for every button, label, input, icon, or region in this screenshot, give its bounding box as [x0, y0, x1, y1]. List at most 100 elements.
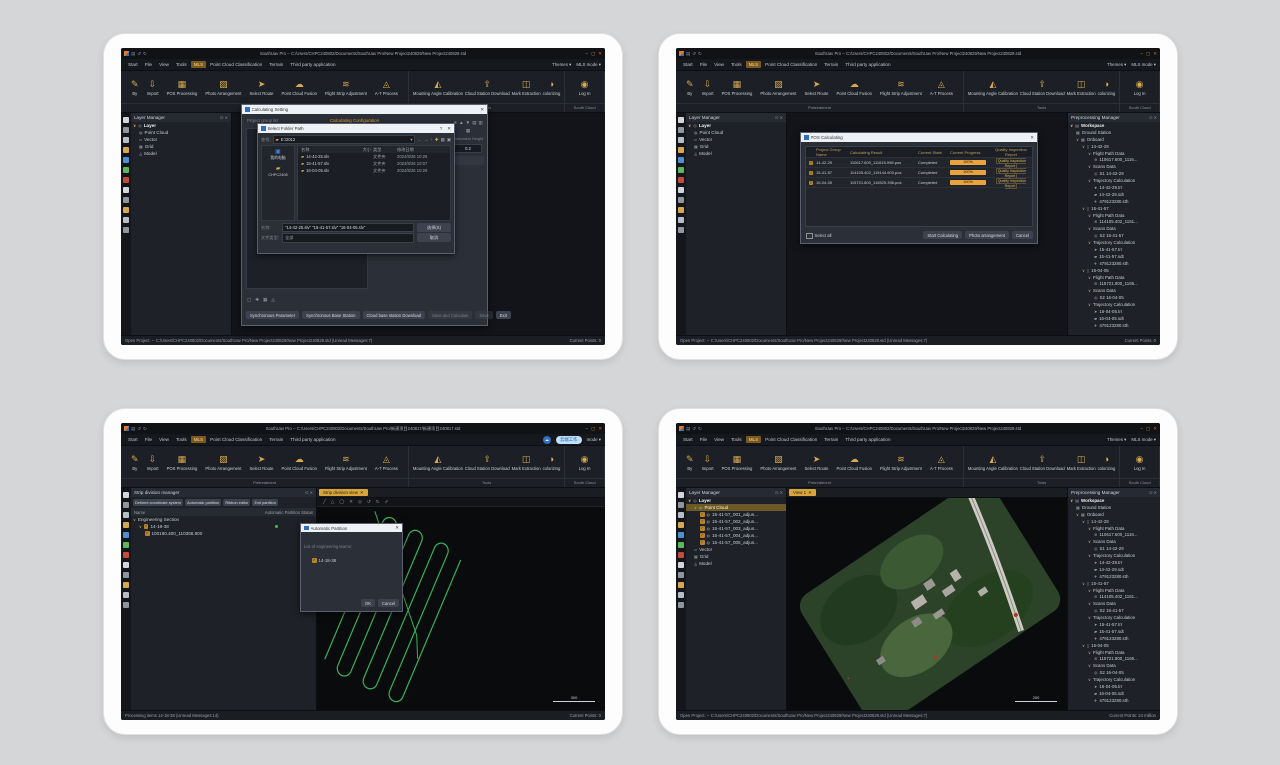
toolbar-button[interactable]: ◉Log In [579, 454, 591, 471]
tree-row[interactable]: ∨✓◍Point Cloud [686, 504, 786, 511]
menu-item[interactable]: MLS [191, 436, 206, 443]
menu-item[interactable]: View [711, 61, 727, 68]
menu-item[interactable]: View [156, 61, 172, 68]
cancel-button[interactable]: Cancel [378, 599, 399, 607]
tree-row[interactable]: ▰14-42-29.sdt [1068, 566, 1160, 573]
tree-row[interactable]: ▰16-04-05.sdt [1068, 690, 1160, 697]
tree-row[interactable]: ➤15-41-57.trr [1068, 621, 1160, 628]
tree-row[interactable]: ◍Point Cloud [131, 129, 231, 136]
nav-icon[interactable]: ↑ [430, 137, 432, 142]
tool-strip-icon[interactable] [678, 207, 684, 213]
tool-strip-icon[interactable] [123, 582, 129, 588]
toolbar-button[interactable]: ✎By [131, 79, 139, 96]
tool-strip-icon[interactable] [678, 117, 684, 123]
toolbar-button[interactable]: ⇩Import [147, 79, 159, 96]
close-button[interactable]: ✕ [598, 426, 602, 432]
menu-item[interactable]: Start [125, 61, 141, 68]
tool-strip-icon[interactable] [678, 177, 684, 183]
tree-row[interactable]: ▱Vector [131, 136, 231, 143]
tree-row[interactable]: ∨▯15-41-57 [1068, 580, 1160, 587]
tool-strip-icon[interactable] [678, 562, 684, 568]
tree-row[interactable]: ∨Trajectory Calculation [1068, 301, 1160, 308]
toolbar-button[interactable]: ➤Select Route [804, 454, 828, 471]
toolbar-button[interactable]: ◑colorizing [1098, 79, 1116, 96]
tool-strip-icon[interactable] [123, 127, 129, 133]
place-item[interactable]: ▣我的电脑 [263, 148, 293, 161]
nav-icon[interactable]: ▣ [447, 137, 451, 143]
tree-row[interactable]: ✓◍15-41-57_005_adjus... [686, 539, 786, 546]
draw-tool-icon[interactable]: ↺ [367, 499, 371, 505]
toolbar-button[interactable]: ▦POS Processing [722, 454, 753, 471]
dialog-button[interactable]: Cancel [1012, 231, 1033, 239]
tree-row[interactable]: ∨▤Workspace [1068, 497, 1160, 504]
toolbar-button[interactable]: ◭Mounting Angle Calibration [413, 454, 463, 471]
toolbar-button[interactable]: ▦POS Processing [167, 454, 198, 471]
file-row[interactable]: ▰16-04-05.slv 文件夹 2024/8/26 10:26 [298, 167, 450, 174]
select-all-checkbox[interactable] [806, 233, 813, 240]
menu-item[interactable]: Tools [728, 436, 745, 443]
toolbar-button[interactable]: ◫Mark Extraction [1067, 79, 1096, 96]
pos-table-row[interactable]: ✓ 15-41-57 114105.402_115144.603.pos Com… [806, 168, 1032, 178]
tree-row[interactable]: ✈479123280.sth [1068, 573, 1160, 580]
toolbar-button[interactable]: ▧Photo Arrangement [760, 79, 796, 96]
tree-row[interactable]: ➤15-41-57.trr [1068, 246, 1160, 253]
dialog-tool-icon[interactable]: ▲ [459, 120, 463, 126]
dialog-button[interactable]: Cloud base station Download [363, 311, 425, 319]
column-name[interactable]: Name [134, 510, 265, 515]
tool-strip-icon[interactable] [123, 137, 129, 143]
menu-item[interactable]: File [697, 436, 710, 443]
tree-row[interactable]: ∨Flight Path Data [1068, 525, 1160, 532]
dialog-button[interactable]: Save and Calculate [428, 311, 472, 319]
tree-row[interactable]: ∨Trajectory Calculation [1068, 614, 1160, 621]
toolbar-button[interactable]: ➤Select Route [804, 79, 828, 96]
tree-row[interactable]: ∨▯15-41-57 [1068, 205, 1160, 212]
team-item[interactable]: ✓14-18-38 [312, 558, 399, 563]
dialog-button[interactable]: Synchronous Parameter [246, 311, 299, 319]
select-all[interactable]: Select all [806, 233, 832, 240]
tool-strip-icon[interactable] [678, 582, 684, 588]
tree-row[interactable]: ▦Grid [686, 143, 786, 150]
strip-manager-button[interactable]: Exit partition [252, 499, 277, 506]
draw-tool-icon[interactable]: ◯ [339, 499, 344, 505]
tree-row[interactable]: ➤16-04-05.trr [1068, 308, 1160, 315]
toolbar-button[interactable]: ✎By [686, 454, 694, 471]
tree-row[interactable]: ∨Flight Path Data [1068, 587, 1160, 594]
path-dropdown[interactable]: ▰E:\2012▾ [273, 135, 416, 144]
themes-dropdown[interactable]: Themes ▾ [1107, 437, 1126, 443]
toolbar-button[interactable]: ◫Mark Extraction [512, 454, 541, 471]
tree-row[interactable]: ➤14-42-29.trr [1068, 559, 1160, 566]
toolbar-button[interactable]: ☁Point Cloud Fusion [282, 454, 317, 471]
toolbar-button[interactable]: ◉Log In [579, 79, 591, 96]
tree-row[interactable]: ✓◍15-41-57_003_adjus... [686, 525, 786, 532]
minimize-button[interactable]: – [1140, 426, 1143, 432]
menu-item[interactable]: Terrain [821, 61, 841, 68]
toolbar-button[interactable]: ◑colorizing [1098, 454, 1116, 471]
strip-manager-button[interactable]: Ribbon editor [223, 499, 250, 506]
team-checkbox[interactable]: ✓ [312, 558, 317, 563]
nav-icon[interactable]: ← [417, 137, 422, 142]
filetype-dropdown[interactable]: 全部 [282, 233, 414, 243]
tree-row[interactable]: ◍Point Cloud [686, 129, 786, 136]
menu-item[interactable]: File [142, 436, 155, 443]
tree-row[interactable]: ◎S2 15-41-57 [1068, 232, 1160, 239]
draw-tool-icon[interactable]: ✕ [349, 499, 353, 505]
nav-icon[interactable]: ✚ [435, 137, 439, 143]
toolbar-button[interactable]: ☁Point Cloud Fusion [837, 79, 872, 96]
menu-item[interactable]: Terrain [821, 436, 841, 443]
tree-row[interactable]: ▰16-04-05.sdt [1068, 315, 1160, 322]
toolbar-button[interactable]: ◬A-T Process [375, 79, 398, 96]
tool-strip-icon[interactable] [678, 502, 684, 508]
mode-dropdown[interactable]: MLS mode ▾ [1131, 437, 1156, 443]
toolbar-button[interactable]: ➤Select Route [249, 79, 273, 96]
toolbar-button[interactable]: ◫Mark Extraction [512, 79, 541, 96]
tool-strip-icon[interactable] [678, 137, 684, 143]
filename-input[interactable]: "14-42-25.slv" "15-41-57.slv" "16-04-05.… [282, 223, 414, 232]
toolbar-button[interactable]: ▧Photo Arrangement [205, 454, 241, 471]
tree-row[interactable]: ∨Trajectory Calculation [1068, 676, 1160, 683]
draw-tool-icon[interactable]: ⇗ [385, 499, 389, 505]
close-icon[interactable]: ✕ [1030, 135, 1034, 141]
column-size[interactable]: 大小 [355, 147, 371, 153]
toolbar-button[interactable]: ◭Mounting Angle Calibration [413, 79, 463, 96]
row-checkbox[interactable]: ✓ [809, 181, 814, 186]
toolbar-button[interactable]: ◉Log In [1134, 454, 1146, 471]
